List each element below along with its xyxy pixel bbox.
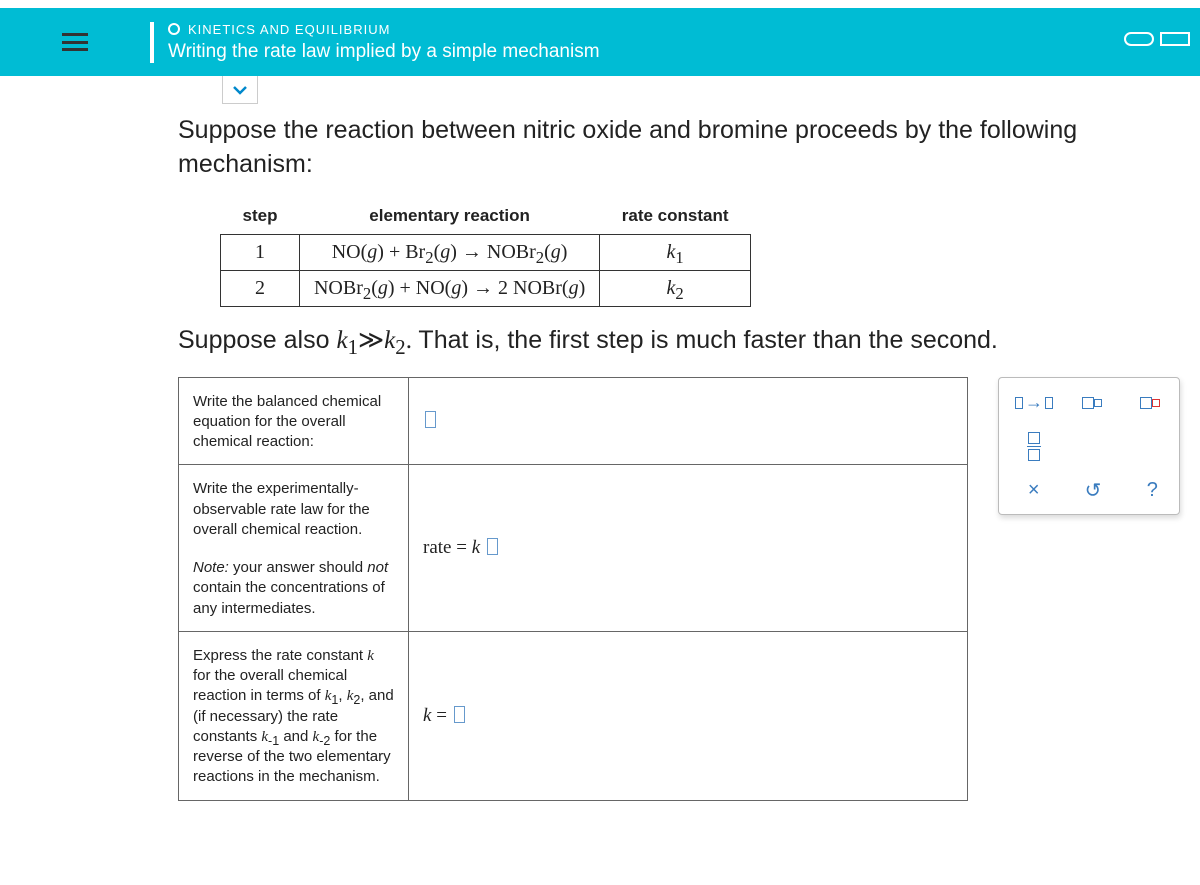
answer-overall-eq[interactable] xyxy=(409,377,968,465)
condition-text: Suppose also k1≫k2. That is, the first s… xyxy=(178,325,1182,355)
reaction-2: NOBr2(g) + NO(g) → 2 NOBr(g) xyxy=(299,270,599,306)
tool-clear[interactable]: × xyxy=(1015,476,1052,506)
step-1: 1 xyxy=(221,234,300,270)
tool-subscript[interactable] xyxy=(1073,388,1111,418)
header-bar: KINETICS AND EQUILIBRIUM Writing the rat… xyxy=(0,8,1200,76)
k1: k1 xyxy=(600,234,751,270)
window-controls xyxy=(1124,32,1192,51)
table-row: 1 NO(g) + Br2(g) → NOBr2(g) k1 xyxy=(221,234,751,270)
breadcrumb: KINETICS AND EQUILIBRIUM xyxy=(168,22,600,37)
answer-rate-constant[interactable]: k = xyxy=(409,631,968,800)
intro-text: Suppose the reaction between nitric oxid… xyxy=(178,114,1178,182)
prompt-rate-constant: Express the rate constant k for the over… xyxy=(179,631,409,800)
step-2: 2 xyxy=(221,270,300,306)
answer-table: Write the balanced chemical equation for… xyxy=(178,377,968,801)
input-box[interactable] xyxy=(487,538,498,555)
tool-superscript[interactable] xyxy=(1131,388,1169,418)
k2: k2 xyxy=(600,270,751,306)
circle-icon xyxy=(168,23,180,35)
math-toolbox: → × ↺ ? xyxy=(998,377,1180,515)
answer-rate-law[interactable]: rate = k xyxy=(409,465,968,632)
expand-toggle[interactable] xyxy=(222,76,258,104)
mechanism-table: step elementary reaction rate constant 1… xyxy=(220,200,751,307)
page-title: Writing the rate law implied by a simple… xyxy=(168,41,600,63)
col-reaction: elementary reaction xyxy=(299,200,599,235)
chevron-down-icon xyxy=(232,82,248,98)
col-rate: rate constant xyxy=(600,200,751,235)
tool-help[interactable]: ? xyxy=(1134,476,1171,506)
input-box[interactable] xyxy=(454,706,465,723)
tool-reaction-arrow[interactable]: → xyxy=(1015,388,1053,418)
col-step: step xyxy=(221,200,300,235)
prompt-rate-law: Write the experimentally-observable rate… xyxy=(179,465,409,632)
hamburger-icon xyxy=(62,33,88,51)
square-icon[interactable] xyxy=(1160,32,1190,46)
prompt-overall-eq: Write the balanced chemical equation for… xyxy=(179,377,409,465)
pill-icon[interactable] xyxy=(1124,32,1154,46)
breadcrumb-text: KINETICS AND EQUILIBRIUM xyxy=(188,22,390,37)
tool-fraction[interactable] xyxy=(1015,432,1053,462)
tool-undo[interactable]: ↺ xyxy=(1074,476,1111,506)
input-box[interactable] xyxy=(425,411,436,428)
reaction-1: NO(g) + Br2(g) → NOBr2(g) xyxy=(299,234,599,270)
table-row: 2 NOBr2(g) + NO(g) → 2 NOBr(g) k2 xyxy=(221,270,751,306)
menu-button[interactable] xyxy=(0,33,150,51)
